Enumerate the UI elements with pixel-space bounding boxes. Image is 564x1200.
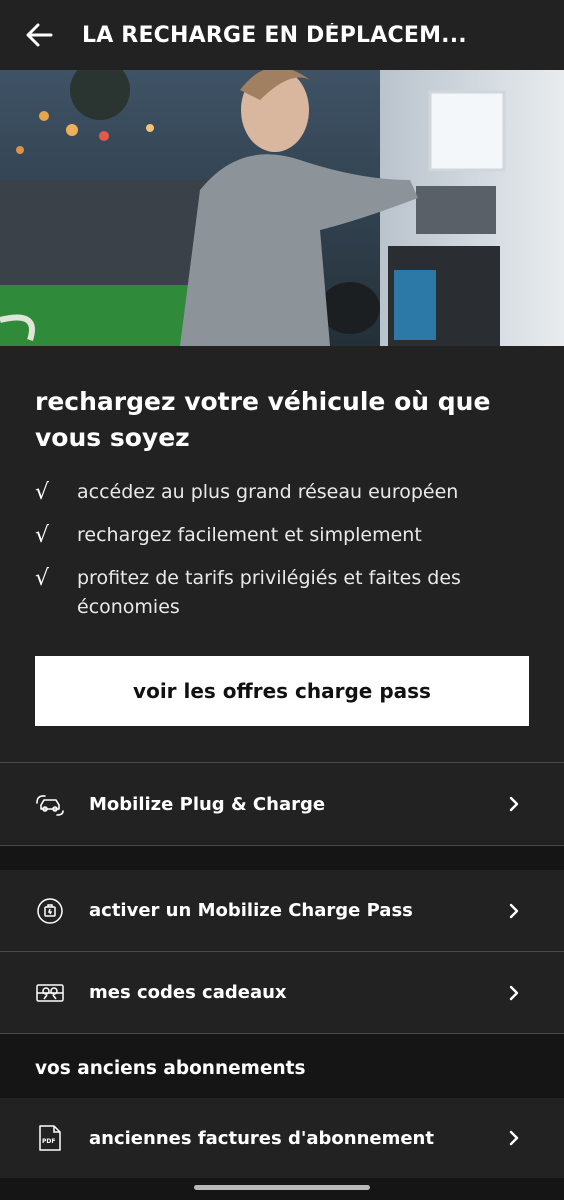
svg-text:PDF: PDF [42,1138,55,1145]
charge-pass-icon [35,896,65,926]
check-icon: √ [35,480,50,505]
check-icon: √ [35,566,50,591]
plug-charge-label: Mobilize Plug & Charge [89,793,326,815]
chevron-right-icon [506,796,522,812]
benefit-item: √ accédez au plus grand réseau européen [35,478,529,507]
gift-card-icon [35,978,65,1008]
home-indicator[interactable] [194,1185,370,1190]
see-charge-pass-offers-button[interactable]: voir les offres charge pass [35,656,529,726]
plug-charge-row[interactable]: Mobilize Plug & Charge [0,763,564,845]
back-button[interactable] [0,0,82,70]
old-subscriptions-heading: vos anciens abonnements [35,1058,306,1079]
chevron-right-icon [506,985,522,1001]
old-invoices-label: anciennes factures d'abonnement [89,1127,434,1149]
gift-codes-row[interactable]: mes codes cadeaux [0,952,564,1033]
benefit-text: rechargez facilement et simplement [77,524,422,546]
benefit-text: profitez de tarifs privilégiés et faites… [77,567,461,618]
old-invoices-row[interactable]: PDF anciennes factures d'abonnement [0,1098,564,1178]
car-plug-icon [35,789,65,819]
benefit-text: accédez au plus grand réseau européen [77,481,459,503]
app-bar: LA RECHARGE EN DÉPLACEM... [0,0,564,70]
divider [0,1033,564,1034]
chevron-right-icon [506,1130,522,1146]
chevron-right-icon [506,903,522,919]
activate-charge-pass-row[interactable]: activer un Mobilize Charge Pass [0,870,564,951]
arrow-left-icon [26,23,53,47]
gift-codes-label: mes codes cadeaux [89,982,287,1003]
benefit-item: √ profitez de tarifs privilégiés et fait… [35,564,529,622]
page-title: LA RECHARGE EN DÉPLACEM... [82,22,467,48]
promo-card: rechargez votre véhicule où que vous soy… [0,346,564,762]
check-icon: √ [35,523,50,548]
pdf-file-icon: PDF [35,1123,65,1153]
promo-heading: rechargez votre véhicule où que vous soy… [35,387,491,452]
benefit-item: √ rechargez facilement et simplement [35,521,529,550]
activate-pass-label: activer un Mobilize Charge Pass [89,900,413,921]
benefits-list: √ accédez au plus grand réseau européen … [35,478,529,622]
hero-image [0,70,564,346]
divider [0,845,564,846]
